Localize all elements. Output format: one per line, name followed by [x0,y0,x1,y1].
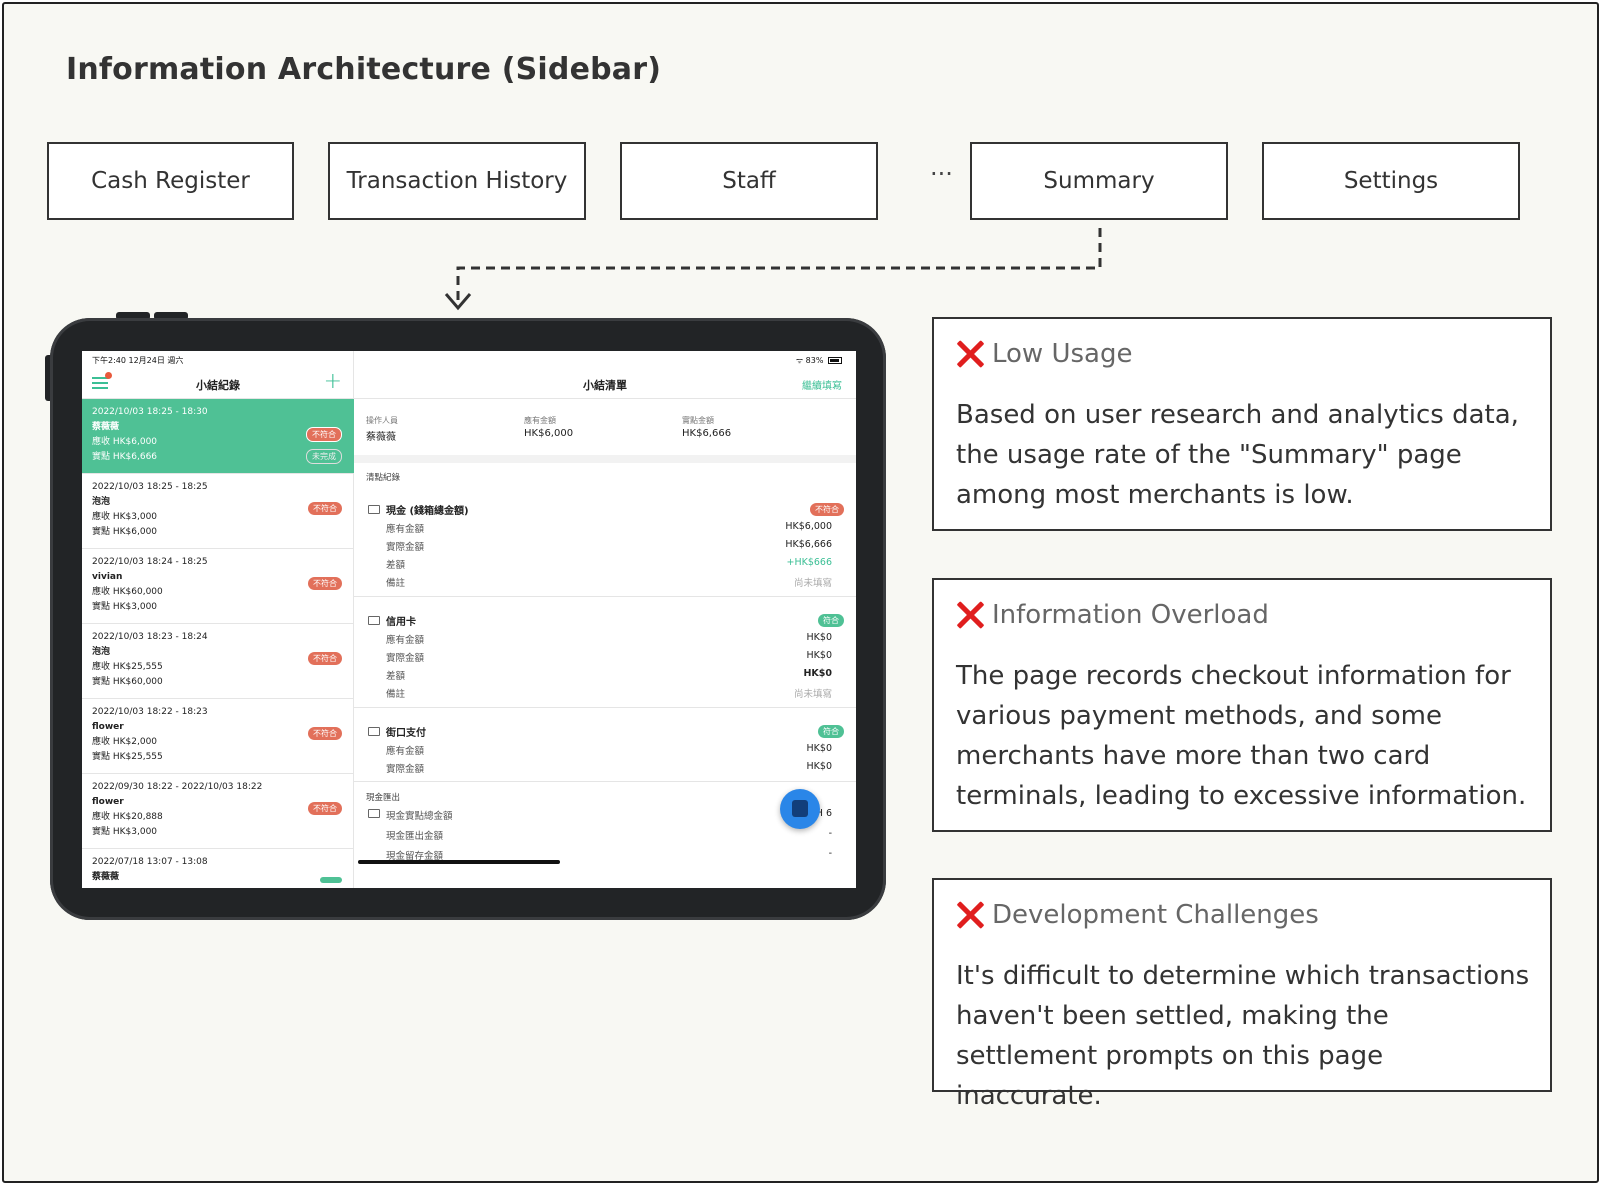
credit-card-icon [368,616,380,625]
cross-icon [956,601,984,629]
record-actual: 實點 HK$60,000 [92,677,163,687]
record-list: 2022/10/03 18:25 - 18:30 蔡薇薇 應收 HK$6,000… [82,399,354,888]
summary-operator: 操作人員 蔡薇薇 [366,416,398,443]
status-badge: 不符合 [810,503,844,516]
group-title: 現金 (錢箱總金額) [386,506,469,517]
summary-expected: 應有金額 HK$6,000 [524,416,574,439]
tablet-screen: 下午2:40 12月24日 週六 ᯤ 83% 小結紀錄 + 2022/10/03… [82,351,856,888]
issue-description: The page records checkout information fo… [956,661,1527,811]
mobile-pay-icon [368,727,380,736]
status-badge: 未完成 [306,449,342,464]
kv-row: 實際金額 HK$0 [386,650,832,664]
status-badge [320,877,342,883]
record-name: 泡泡 [92,497,111,507]
kv-row: 差額 +HK$666 [386,557,832,571]
kv-row: 應有金額 HK$0 [386,632,832,646]
group-title: 街口支付 [386,728,426,739]
issue-title: Low Usage [992,339,1133,369]
record-item[interactable]: 2022/10/03 18:23 - 18:24 泡泡 應收 HK$25,555… [82,624,354,699]
record-item[interactable]: 2022/10/03 18:22 - 18:23 flower 應收 HK$2,… [82,699,354,774]
cash-icon [368,809,380,818]
issue-description: Based on user research and analytics dat… [956,400,1519,510]
summary-records-pane: 小結紀錄 + 2022/10/03 18:25 - 18:30 蔡薇薇 應收 H… [82,351,354,888]
right-pane-title: 小結清單 [583,379,627,392]
section-label: 現金匯出 [366,793,401,803]
kv-row: 備註 尚未填寫 [386,689,832,700]
kv-row: 現金實點總金額 H 6 [386,808,832,822]
record-name: 蔡薇薇 [92,872,120,882]
record-actual: 實點 HK$3,000 [92,827,158,837]
right-pane-header: 小結清單 繼續填寫 [354,369,856,399]
record-item[interactable]: 2022/10/03 18:25 - 18:25 泡泡 應收 HK$3,000 … [82,474,354,549]
record-due: 應收 HK$25,555 [92,662,163,672]
record-name: vivian [92,572,123,582]
summary-actual: 實點金額 HK$6,666 [682,416,732,439]
record-time: 2022/10/03 18:25 - 18:25 [92,482,208,492]
left-pane-title: 小結紀錄 [196,379,240,392]
kv-row: 現金匯出金額 - [386,828,832,842]
record-due: 應收 HK$2,000 [92,737,158,747]
status-badge: 不符合 [306,427,342,442]
record-actual: 實點 HK$6,000 [92,527,158,537]
cash-icon [368,505,380,514]
record-item[interactable]: 2022/10/03 18:24 - 18:25 vivian 應收 HK$60… [82,549,354,624]
status-badge: 不符合 [308,727,342,740]
record-due: 應收 HK$20,888 [92,812,163,822]
record-item[interactable]: 2022/10/03 18:25 - 18:30 蔡薇薇 應收 HK$6,000… [82,399,354,474]
group-title: 信用卡 [386,617,416,628]
cross-icon [956,340,984,368]
status-badge: 不符合 [308,502,342,515]
issue-card-low-usage: Low Usage Based on user research and ana… [932,317,1552,531]
home-indicator [358,860,560,864]
status-badge: 不符合 [308,577,342,590]
divider [354,455,856,463]
issue-card-development-challenges: Development Challenges It's difficult to… [932,878,1552,1111]
continue-button[interactable]: 繼續填寫 [802,377,842,392]
status-battery: ᯤ 83% [796,355,842,366]
cross-icon [956,901,984,929]
record-due: 應收 HK$3,000 [92,512,158,522]
kv-row: 實際金額 HK$0 [386,761,832,775]
record-name: 泡泡 [92,647,111,657]
record-item[interactable]: 2022/09/30 18:22 - 2022/10/03 18:22 flow… [82,774,354,849]
record-time: 2022/09/30 18:22 - 2022/10/03 18:22 [92,782,263,792]
kv-row: 應有金額 HK$6,000 [386,521,832,535]
record-time: 2022/10/03 18:24 - 18:25 [92,557,208,567]
record-actual: 實點 HK$25,555 [92,752,163,762]
issue-card-information-overload: Information Overload The page records ch… [932,578,1552,832]
kv-row: 應有金額 HK$0 [386,743,832,757]
chat-fab-button[interactable] [780,789,820,829]
divider [354,707,856,708]
battery-icon [828,357,842,364]
status-badge: 符合 [818,725,844,738]
record-time: 2022/10/03 18:22 - 18:23 [92,707,208,717]
record-item[interactable]: 2022/07/18 13:07 - 13:08 蔡薇薇 [82,849,354,888]
left-pane-header: 小結紀錄 + [82,369,354,399]
record-name: flower [92,797,124,807]
add-icon[interactable]: + [324,371,342,393]
record-actual: 實點 HK$3,000 [92,602,158,612]
record-time: 2022/07/18 13:07 - 13:08 [92,857,208,867]
status-badge: 不符合 [308,652,342,665]
kv-row: 實際金額 HK$6,666 [386,539,832,553]
issue-title: Information Overload [992,600,1269,630]
issue-description: It's difficult to determine which transa… [956,961,1530,1111]
record-name: flower [92,722,124,732]
divider [354,596,856,597]
status-badge: 不符合 [308,802,342,815]
record-due: 應收 HK$60,000 [92,587,163,597]
issue-title: Development Challenges [992,900,1319,930]
divider [354,781,856,782]
wifi-icon: ᯤ [795,356,806,365]
record-time: 2022/10/03 18:25 - 18:30 [92,407,208,417]
kv-row: 備註 尚未填寫 [386,578,832,589]
kv-row: 差額 HK$0 [386,668,832,682]
status-badge: 符合 [818,614,844,627]
dashed-connector-arrow [444,228,1102,311]
section-label: 清點紀錄 [366,473,401,483]
record-time: 2022/10/03 18:23 - 18:24 [92,632,208,642]
